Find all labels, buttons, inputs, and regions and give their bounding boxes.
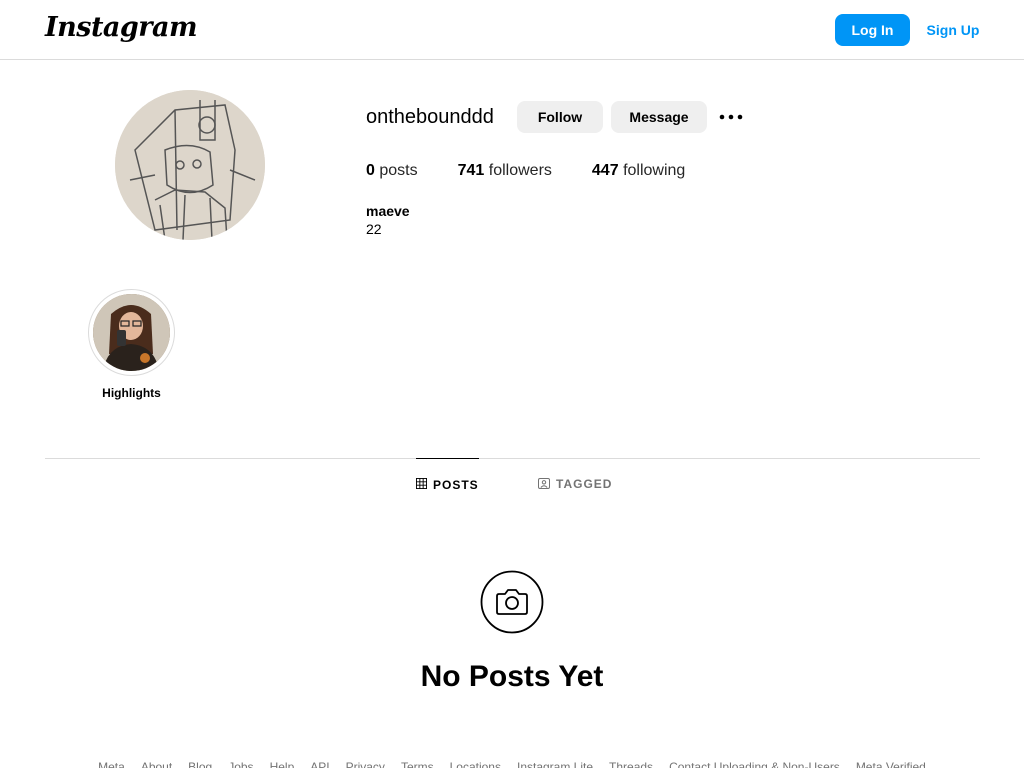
message-button[interactable]: Message: [611, 101, 707, 133]
footer-link-meta[interactable]: Meta: [98, 760, 125, 768]
following-label: following: [623, 162, 686, 179]
footer-link-jobs[interactable]: Jobs: [228, 760, 253, 768]
posts-count: 0: [366, 162, 375, 179]
footer-link-blog[interactable]: Blog: [188, 760, 212, 768]
footer-links: Meta About Blog Jobs Help API Privacy Te…: [0, 760, 1024, 768]
login-button[interactable]: Log In: [835, 14, 910, 46]
footer-link-contact-uploading[interactable]: Contact Uploading & Non-Users: [669, 760, 840, 768]
story-highlight[interactable]: Highlights: [88, 289, 175, 400]
signup-button[interactable]: Sign Up: [920, 14, 986, 46]
profile-stats: 0 posts 741 followers 447 following: [366, 162, 725, 180]
footer-link-meta-verified[interactable]: Meta Verified: [856, 760, 926, 768]
tab-posts-label: POSTS: [433, 477, 479, 492]
posts-label: posts: [379, 162, 418, 179]
following-stat[interactable]: 447 following: [592, 162, 685, 180]
highlight-ring[interactable]: [88, 289, 175, 376]
no-posts-title: No Posts Yet: [420, 660, 604, 693]
follow-button[interactable]: Follow: [517, 101, 603, 133]
tabs-divider: [45, 458, 980, 459]
posts-stat: 0 posts: [366, 162, 418, 180]
grid-icon: [416, 477, 427, 492]
footer-link-terms[interactable]: Terms: [401, 760, 434, 768]
tagged-icon: [538, 477, 550, 492]
followers-label: followers: [488, 162, 552, 179]
profile-avatar[interactable]: [115, 90, 265, 240]
footer-link-locations[interactable]: Locations: [450, 760, 501, 768]
footer-link-privacy[interactable]: Privacy: [346, 760, 385, 768]
more-options-icon[interactable]: [717, 105, 745, 129]
followers-count: 741: [457, 162, 485, 179]
profile-bio: 22: [366, 221, 382, 237]
footer-link-threads[interactable]: Threads: [609, 760, 653, 768]
profile-avatar-sketch: [115, 90, 265, 240]
tab-posts[interactable]: POSTS: [416, 458, 479, 510]
footer-link-api[interactable]: API: [310, 760, 329, 768]
footer-link-instagram-lite[interactable]: Instagram Lite: [517, 760, 593, 768]
highlight-thumbnail: [93, 294, 170, 371]
tab-tagged[interactable]: TAGGED: [538, 458, 612, 510]
footer-link-about[interactable]: About: [141, 760, 172, 768]
camera-icon: [480, 570, 544, 634]
followers-stat[interactable]: 741 followers: [458, 162, 552, 180]
tab-tagged-label: TAGGED: [556, 477, 613, 491]
footer-link-help[interactable]: Help: [270, 760, 295, 768]
instagram-logo[interactable]: Instagram: [45, 12, 198, 43]
profile-username: onthebounddd: [366, 106, 494, 128]
profile-full-name: maeve: [366, 203, 410, 219]
following-count: 447: [591, 162, 619, 179]
highlight-label: Highlights: [102, 386, 161, 400]
top-navigation-bar: Instagram Log In Sign Up: [0, 0, 1024, 60]
